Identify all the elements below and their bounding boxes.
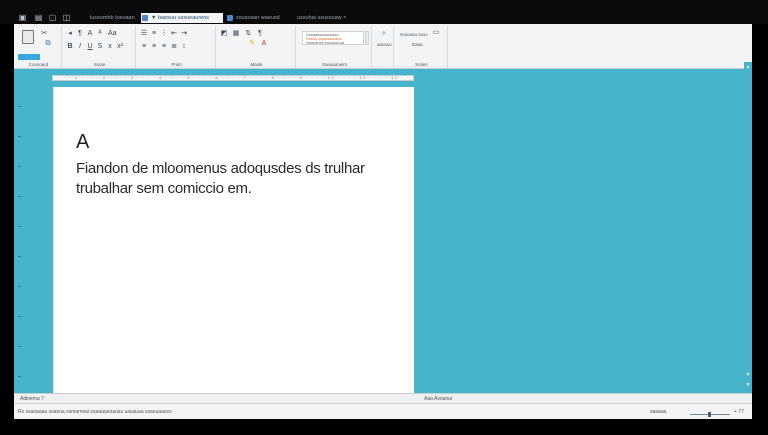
- tab-1[interactable]: iussomhb toevaan: [80, 13, 138, 23]
- paste-icon[interactable]: [22, 30, 34, 44]
- group-label: Sotien: [415, 62, 428, 67]
- tab-label: ussuhai ssussuaw ×: [297, 15, 347, 21]
- sort-icon[interactable]: ⇅: [244, 30, 252, 38]
- view-indicator: Aaa Asoanui: [424, 396, 453, 402]
- tab-label: ssussaan waeusd: [236, 15, 280, 21]
- borders-icon[interactable]: ▦: [232, 30, 240, 38]
- paste-button[interactable]: [18, 54, 40, 60]
- find-icon[interactable]: ⌕: [380, 30, 388, 38]
- ruler-tick: [18, 256, 21, 257]
- increase-indent-icon[interactable]: ⇥: [180, 30, 188, 38]
- document-heading: A: [76, 131, 90, 153]
- sensitivity-group: ssaoauu ssoo ▭ Eaaa Sotien: [396, 26, 448, 68]
- style-title[interactable]: Ssaoanes usssasuoa: [306, 41, 358, 44]
- ruler-tick: [18, 136, 21, 137]
- horizontal-ruler[interactable]: · · · · 1 · · · · 2 · · · · 3 · · · · 4 …: [52, 75, 414, 81]
- horizontal-scrollbar[interactable]: Adinema 7 Aaa Asoanui: [14, 393, 752, 403]
- line-spacing-icon[interactable]: ↕: [180, 43, 188, 51]
- sensitivity-text: ssaoauu ssoo: [400, 32, 428, 37]
- styles-scroll[interactable]: [365, 31, 369, 45]
- show-marks-icon[interactable]: ¶: [256, 30, 264, 38]
- ruler-tick: [18, 106, 21, 107]
- numbering-icon[interactable]: ≡: [150, 30, 158, 38]
- superscript-icon[interactable]: x²: [116, 43, 124, 51]
- cut-icon[interactable]: ✂: [40, 30, 48, 38]
- document-line: Fiandon de mloomenus adoqusdes ds trulha…: [76, 160, 365, 177]
- styles-gallery[interactable]: Sosaassoaucsuau Hssss ussaaasuaus Ssaoan…: [302, 31, 364, 45]
- subscript-icon[interactable]: x: [106, 43, 114, 51]
- shrink-font-icon[interactable]: ᴬ: [96, 30, 104, 38]
- group-label: Sseuaonelrs: [321, 62, 348, 67]
- tab-4[interactable]: ussuhai ssussuaw ×: [287, 13, 385, 23]
- align-left-icon[interactable]: ≡: [140, 43, 148, 51]
- tab-label: iussomhb toevaan: [90, 15, 135, 21]
- styles-group: Sosaassoaucsuau Hssss ussaaasuaus Ssaoan…: [298, 26, 372, 68]
- bold-icon[interactable]: B: [66, 43, 74, 51]
- group-label: Ssote: [93, 62, 106, 67]
- group-label: Masle: [250, 62, 263, 67]
- tab-active[interactable]: ▼ baesuu ussueaureos: [141, 13, 223, 23]
- ribbon: ✂ ⧉ Ccerioard ◂ ¶ A ᴬ Aa B I U S x x² Ss…: [14, 24, 752, 69]
- group-label: Pmin: [171, 62, 182, 67]
- underline-icon[interactable]: U: [86, 43, 94, 51]
- status-text: Rs ssaoaaaa ssaoua ssmarnsai soaaauuoaua…: [18, 409, 172, 415]
- editing-text: aaosuu: [377, 42, 392, 47]
- document-line: trubalhar sem comiccio em.: [76, 180, 252, 197]
- clipboard-group: ✂ ⧉ Ccerioard: [16, 26, 62, 68]
- font-size-icon[interactable]: ¶: [76, 30, 84, 38]
- document-page[interactable]: A Fiandon de mloomenus adoqusdes ds trul…: [53, 87, 414, 393]
- dictate-icon[interactable]: ▭: [432, 29, 440, 37]
- vertical-scrollbar[interactable]: ▲ ▼ ▼: [744, 62, 752, 392]
- ruler-tick: [18, 346, 21, 347]
- app-icon-2[interactable]: ◫: [62, 13, 71, 22]
- shading-icon[interactable]: ◩: [220, 30, 228, 38]
- app-icon[interactable]: ▢: [48, 13, 57, 22]
- strikethrough-icon[interactable]: S: [96, 43, 104, 51]
- editing-group: ◩ ▦ ⇅ ¶ ✎ A Masle: [218, 26, 296, 68]
- italic-icon[interactable]: I: [76, 43, 84, 51]
- taskbar: ▣ ▤ ▢ ◫ iussomhb toevaan ▼ baesuu ussuea…: [0, 0, 768, 24]
- document-icon: [227, 15, 233, 21]
- style-normal[interactable]: Sosaassoaucsuau: [306, 33, 358, 36]
- status-bar: Rs ssaoaaaa ssaoua ssmarnsai soaaauuoaua…: [14, 403, 752, 419]
- change-case-icon[interactable]: Aa: [108, 30, 117, 38]
- font-color-icon[interactable]: A: [260, 40, 268, 48]
- ruler-tick: [18, 166, 21, 167]
- scroll-up-icon[interactable]: ▲: [745, 64, 751, 70]
- highlight-icon[interactable]: ✎: [248, 40, 256, 48]
- paragraph-group: ☰ ≡ ⋮ ⇤ ⇥ ≡ ≡ ≡ ≣ ↕ Pmin: [138, 26, 216, 68]
- bullets-icon[interactable]: ☰: [140, 30, 148, 38]
- style-heading[interactable]: Hssss ussaaasuaus: [306, 37, 358, 40]
- decrease-indent-icon[interactable]: ⇤: [170, 30, 178, 38]
- copy-icon[interactable]: ⧉: [44, 40, 52, 48]
- font-dropdown-icon[interactable]: ◂: [66, 30, 74, 38]
- multilevel-icon[interactable]: ⋮: [160, 30, 168, 38]
- page-down-icon[interactable]: ▼: [745, 382, 751, 388]
- align-right-icon[interactable]: ≡: [160, 43, 168, 51]
- ruler-tick: [18, 286, 21, 287]
- zoom-thumb[interactable]: [708, 412, 711, 417]
- ruler-tick: [18, 226, 21, 227]
- ruler-tick: [18, 196, 21, 197]
- scroll-down-icon[interactable]: ▼: [745, 372, 751, 378]
- justify-icon[interactable]: ≣: [170, 43, 178, 51]
- ruler-tick: [18, 316, 21, 317]
- document-icon: [142, 15, 148, 21]
- page-indicator: Adinema 7: [20, 396, 44, 402]
- tab-3[interactable]: ssussaan waeusd: [226, 13, 284, 23]
- view-mode-text[interactable]: saaaaa: [650, 409, 666, 415]
- ruler-tick: [18, 376, 21, 377]
- zoom-level[interactable]: + 77: [734, 409, 744, 415]
- group-label: Ccerioard: [28, 62, 49, 67]
- folder-icon[interactable]: ▤: [34, 13, 43, 22]
- tab-label: ▼ baesuu ussueaureos: [151, 15, 210, 21]
- grow-font-icon[interactable]: A: [86, 30, 94, 38]
- vertical-ruler[interactable]: [16, 86, 24, 386]
- find-group: ⌕ aaosuu: [374, 26, 394, 68]
- align-center-icon[interactable]: ≡: [150, 43, 158, 51]
- font-group: ◂ ¶ A ᴬ Aa B I U S x x² Ssote: [64, 26, 136, 68]
- word-window: ✂ ⧉ Ccerioard ◂ ¶ A ᴬ Aa B I U S x x² Ss…: [14, 24, 752, 419]
- monitor-icon[interactable]: ▣: [18, 13, 27, 22]
- editor-text: Eaaa: [412, 42, 423, 47]
